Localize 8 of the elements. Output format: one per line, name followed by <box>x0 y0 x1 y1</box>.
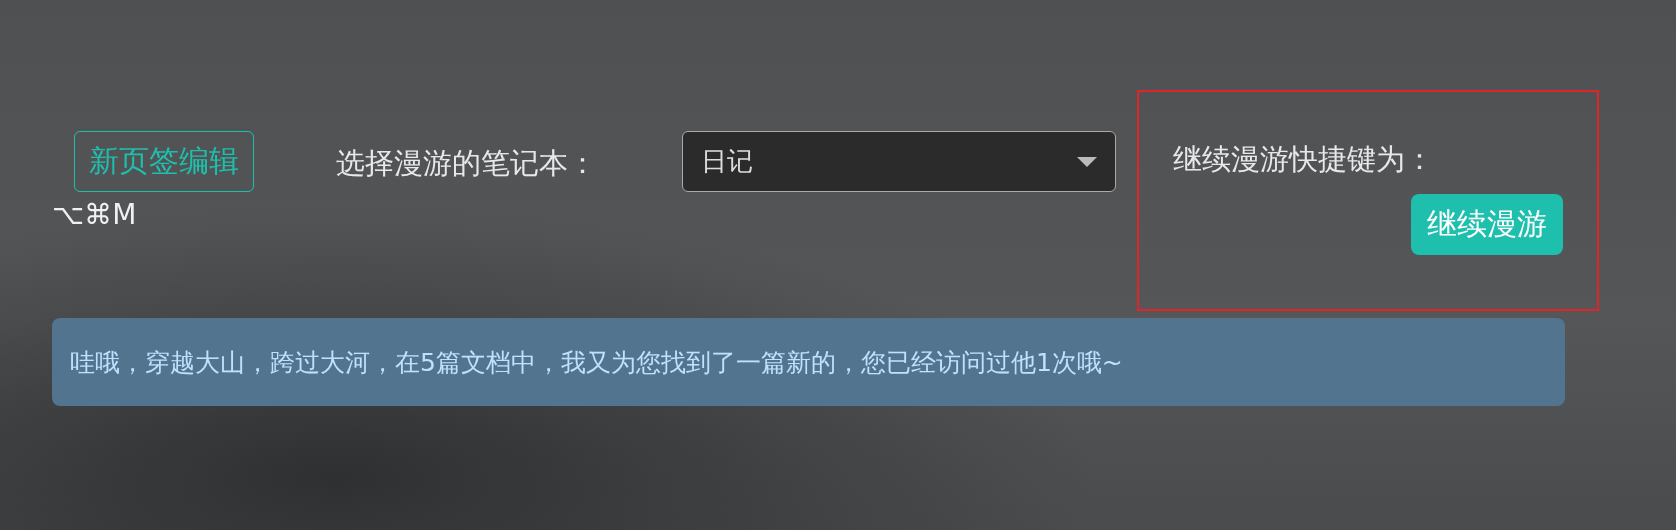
continue-button[interactable]: 继续漫游 <box>1411 194 1563 255</box>
notebook-select[interactable]: 日记 <box>682 131 1116 192</box>
shortcut-label: ⌥⌘M <box>52 198 137 231</box>
new-tab-edit-button[interactable]: 新页签编辑 <box>74 131 254 192</box>
info-message: 哇哦，穿越大山，跨过大河，在5篇文档中，我又为您找到了一篇新的，您已经访问过他1次哦~ <box>70 346 1123 379</box>
shortcut-hint: 继续漫游快捷键为： <box>1173 141 1435 178</box>
caret-icon <box>1077 156 1097 167</box>
notebook-label: 选择漫游的笔记本： <box>336 145 598 182</box>
